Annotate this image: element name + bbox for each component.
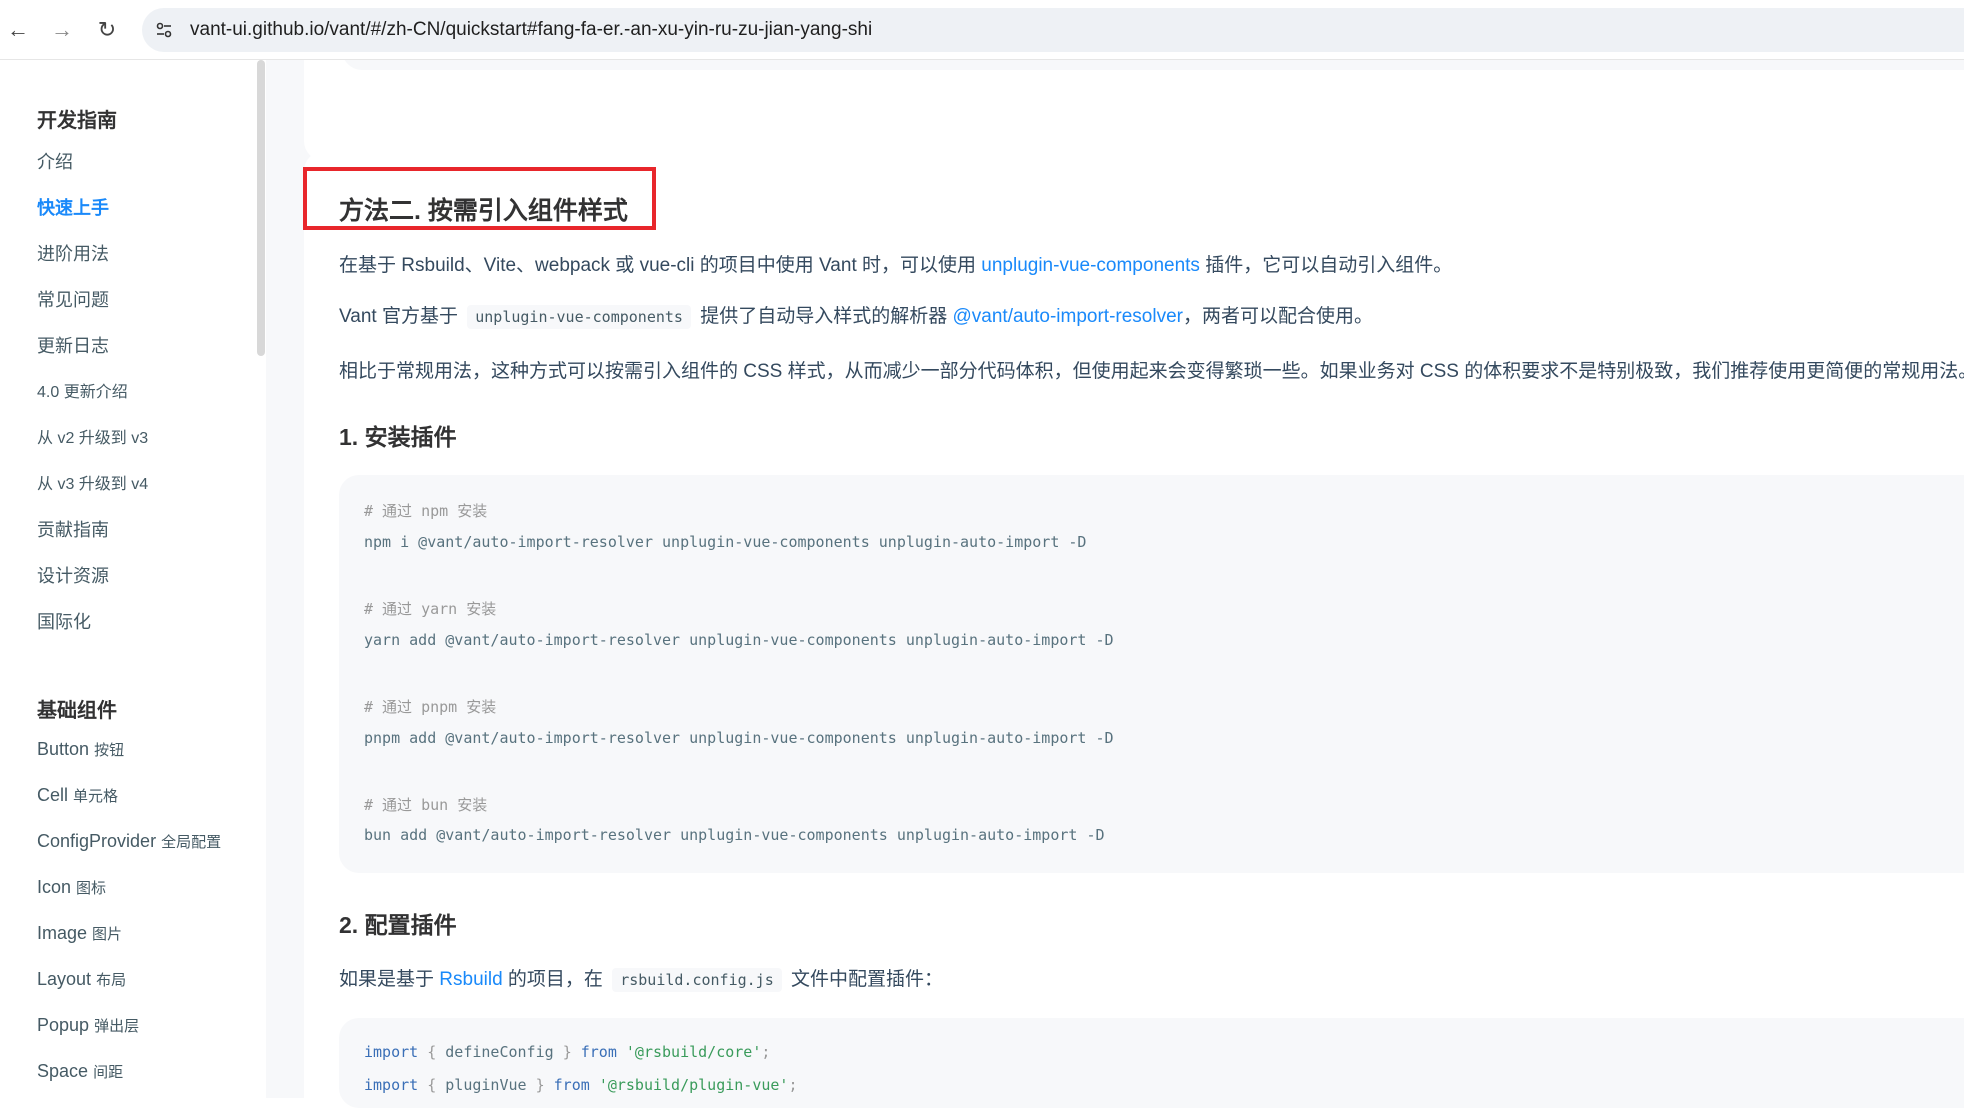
nav-item-layout[interactable]: Layout 布局	[37, 969, 126, 990]
nav-item-popup[interactable]: Popup 弹出层	[37, 1015, 139, 1036]
nav-item-i18n[interactable]: 国际化	[37, 608, 91, 634]
unplugin-vue-components-link[interactable]: unplugin-vue-components	[981, 255, 1200, 276]
nav-item-label: ConfigProvider	[37, 831, 157, 851]
inline-code: unplugin-vue-components	[467, 305, 691, 329]
nav-item-sublabel: 单元格	[73, 788, 119, 805]
reload-button[interactable]: ↻	[89, 12, 125, 48]
previous-code-block-bottom	[342, 60, 1964, 70]
nav-item-label: Image	[37, 923, 88, 943]
code-line: bun add @vant/auto-import-resolver unplu…	[364, 826, 1105, 844]
paragraph-text: 插件，它可以自动引入组件。	[1199, 255, 1453, 276]
nav-item-contribution[interactable]: 贡献指南	[37, 516, 109, 542]
install-code-block: # 通过 npm 安装 npm i @vant/auto-import-reso…	[339, 475, 1964, 873]
nav-item-sublabel: 按钮	[94, 742, 125, 759]
nav-item-sublabel: 间距	[93, 1064, 124, 1081]
code-comment: # 通过 pnpm 安装	[364, 698, 497, 716]
code-comment: # 通过 yarn 安装	[364, 600, 497, 618]
nav-item-label: Button	[37, 739, 90, 759]
nav-item-config-provider[interactable]: ConfigProvider 全局配置	[37, 831, 221, 852]
nav-item-intro[interactable]: 介绍	[37, 148, 73, 174]
code-punct: }	[535, 1076, 545, 1094]
nav-item-sublabel: 图片	[92, 926, 123, 943]
paragraph-text: 文件中配置插件：	[785, 969, 944, 990]
code-keyword: import	[364, 1076, 419, 1094]
code-punct: ;	[761, 1043, 771, 1061]
paragraph-resolver: Vant 官方基于 unplugin-vue-components 提供了自动导…	[339, 301, 1374, 329]
paragraph-comparison: 相比于常规用法，这种方式可以按需引入组件的 CSS 样式，从而减少一部分代码体积…	[339, 361, 1964, 382]
code-punct: }	[562, 1043, 572, 1061]
rsbuild-link[interactable]: Rsbuild	[439, 969, 502, 990]
back-arrow-icon: ←	[7, 17, 29, 42]
code-punct: {	[427, 1076, 437, 1094]
code-comment: # 通过 bun 安装	[364, 796, 488, 814]
back-button[interactable]: ←	[0, 12, 36, 48]
nav-item-changelog[interactable]: 更新日志	[37, 332, 109, 358]
paragraph-text: Vant 官方基于	[339, 306, 464, 327]
inline-code: rsbuild.config.js	[612, 968, 782, 992]
nav-group-title-basic: 基础组件	[37, 700, 117, 722]
highlight-annotation-box	[303, 167, 656, 230]
nav-item-design-resources[interactable]: 设计资源	[37, 562, 109, 588]
nav-item-label: Layout	[37, 969, 92, 989]
paragraph-intro: 在基于 Rsbuild、Vite、webpack 或 vue-cli 的项目中使…	[339, 250, 1452, 277]
paragraph-text: 在基于 Rsbuild、Vite、webpack 或 vue-cli 的项目中使…	[339, 255, 982, 276]
previous-section-card	[304, 60, 1964, 161]
nav-item-label: Space	[37, 1061, 89, 1081]
forward-arrow-icon: →	[51, 17, 73, 42]
auto-import-resolver-link[interactable]: @vant/auto-import-resolver	[953, 306, 1183, 327]
code-line: pnpm add @vant/auto-import-resolver unpl…	[364, 729, 1114, 747]
paragraph-rsbuild: 如果是基于 Rsbuild 的项目，在 rsbuild.config.js 文件…	[339, 964, 944, 992]
code-string: '@rsbuild/plugin-vue'	[598, 1076, 789, 1094]
nav-item-sublabel: 全局配置	[161, 834, 222, 851]
code-string: '@rsbuild/core'	[625, 1043, 762, 1061]
code-line-import-define-config: import { defineConfig } from '@rsbuild/c…	[364, 1043, 770, 1061]
nav-item-space[interactable]: Space 间距	[37, 1061, 123, 1082]
nav-group-title-guide: 开发指南	[37, 110, 117, 132]
sidebar-nav: 开发指南 介绍 快速上手 进阶用法 常见问题 更新日志 4.0 更新介绍 从 v…	[0, 60, 266, 1098]
url-text[interactable]: vant-ui.github.io/vant/#/zh-CN/quickstar…	[190, 19, 872, 41]
nav-item-quickstart[interactable]: 快速上手	[37, 194, 109, 220]
code-punct: ;	[788, 1076, 798, 1094]
nav-item-label: Cell	[37, 785, 69, 805]
code-identifier: defineConfig	[445, 1043, 554, 1061]
address-bar[interactable]: vant-ui.github.io/vant/#/zh-CN/quickstar…	[142, 8, 1964, 52]
code-line: npm i @vant/auto-import-resolver unplugi…	[364, 533, 1087, 551]
nav-item-icon[interactable]: Icon 图标	[37, 877, 106, 898]
nav-item-label: Popup	[37, 1015, 90, 1035]
nav-item-release-4[interactable]: 4.0 更新介绍	[37, 378, 128, 402]
code-line: yarn add @vant/auto-import-resolver unpl…	[364, 631, 1114, 649]
nav-item-faq[interactable]: 常见问题	[37, 286, 109, 312]
code-identifier: pluginVue	[445, 1076, 527, 1094]
nav-item-sublabel: 弹出层	[94, 1018, 140, 1035]
step1-heading: 1. 安装插件	[339, 424, 457, 450]
step2-heading: 2. 配置插件	[339, 912, 457, 938]
nav-item-sublabel: 图标	[76, 880, 107, 897]
sidebar-scrollbar[interactable]	[257, 60, 265, 356]
forward-button[interactable]: →	[44, 12, 80, 48]
nav-item-image[interactable]: Image 图片	[37, 923, 122, 944]
paragraph-text: ，两者可以配合使用。	[1183, 306, 1374, 327]
code-line-import-plugin-vue: import { pluginVue } from '@rsbuild/plug…	[364, 1076, 798, 1094]
nav-item-migrate-v4[interactable]: 从 v3 升级到 v4	[37, 470, 148, 494]
nav-item-label: Icon	[37, 877, 72, 897]
config-code-block: import { defineConfig } from '@rsbuild/c…	[339, 1018, 1964, 1108]
code-comment: # 通过 npm 安装	[364, 502, 488, 520]
reload-icon: ↻	[97, 17, 117, 42]
code-keyword: from	[580, 1043, 617, 1061]
code-keyword: from	[553, 1076, 590, 1094]
nav-item-sublabel: 布局	[96, 972, 127, 989]
nav-item-cell[interactable]: Cell 单元格	[37, 785, 118, 806]
code-keyword: import	[364, 1043, 419, 1061]
paragraph-text: 的项目，在	[502, 969, 609, 990]
nav-item-advanced-usage[interactable]: 进阶用法	[37, 240, 109, 266]
nav-item-button[interactable]: Button 按钮	[37, 739, 124, 760]
paragraph-text: 提供了自动导入样式的解析器	[694, 306, 953, 327]
browser-toolbar: ← → ↻ vant-ui.github.io/vant/#/zh-CN/qui…	[0, 0, 1964, 60]
code-punct: {	[427, 1043, 437, 1061]
nav-item-migrate-v3[interactable]: 从 v2 升级到 v3	[37, 424, 148, 448]
paragraph-text: 如果是基于	[339, 969, 440, 990]
site-settings-icon[interactable]	[146, 12, 182, 48]
